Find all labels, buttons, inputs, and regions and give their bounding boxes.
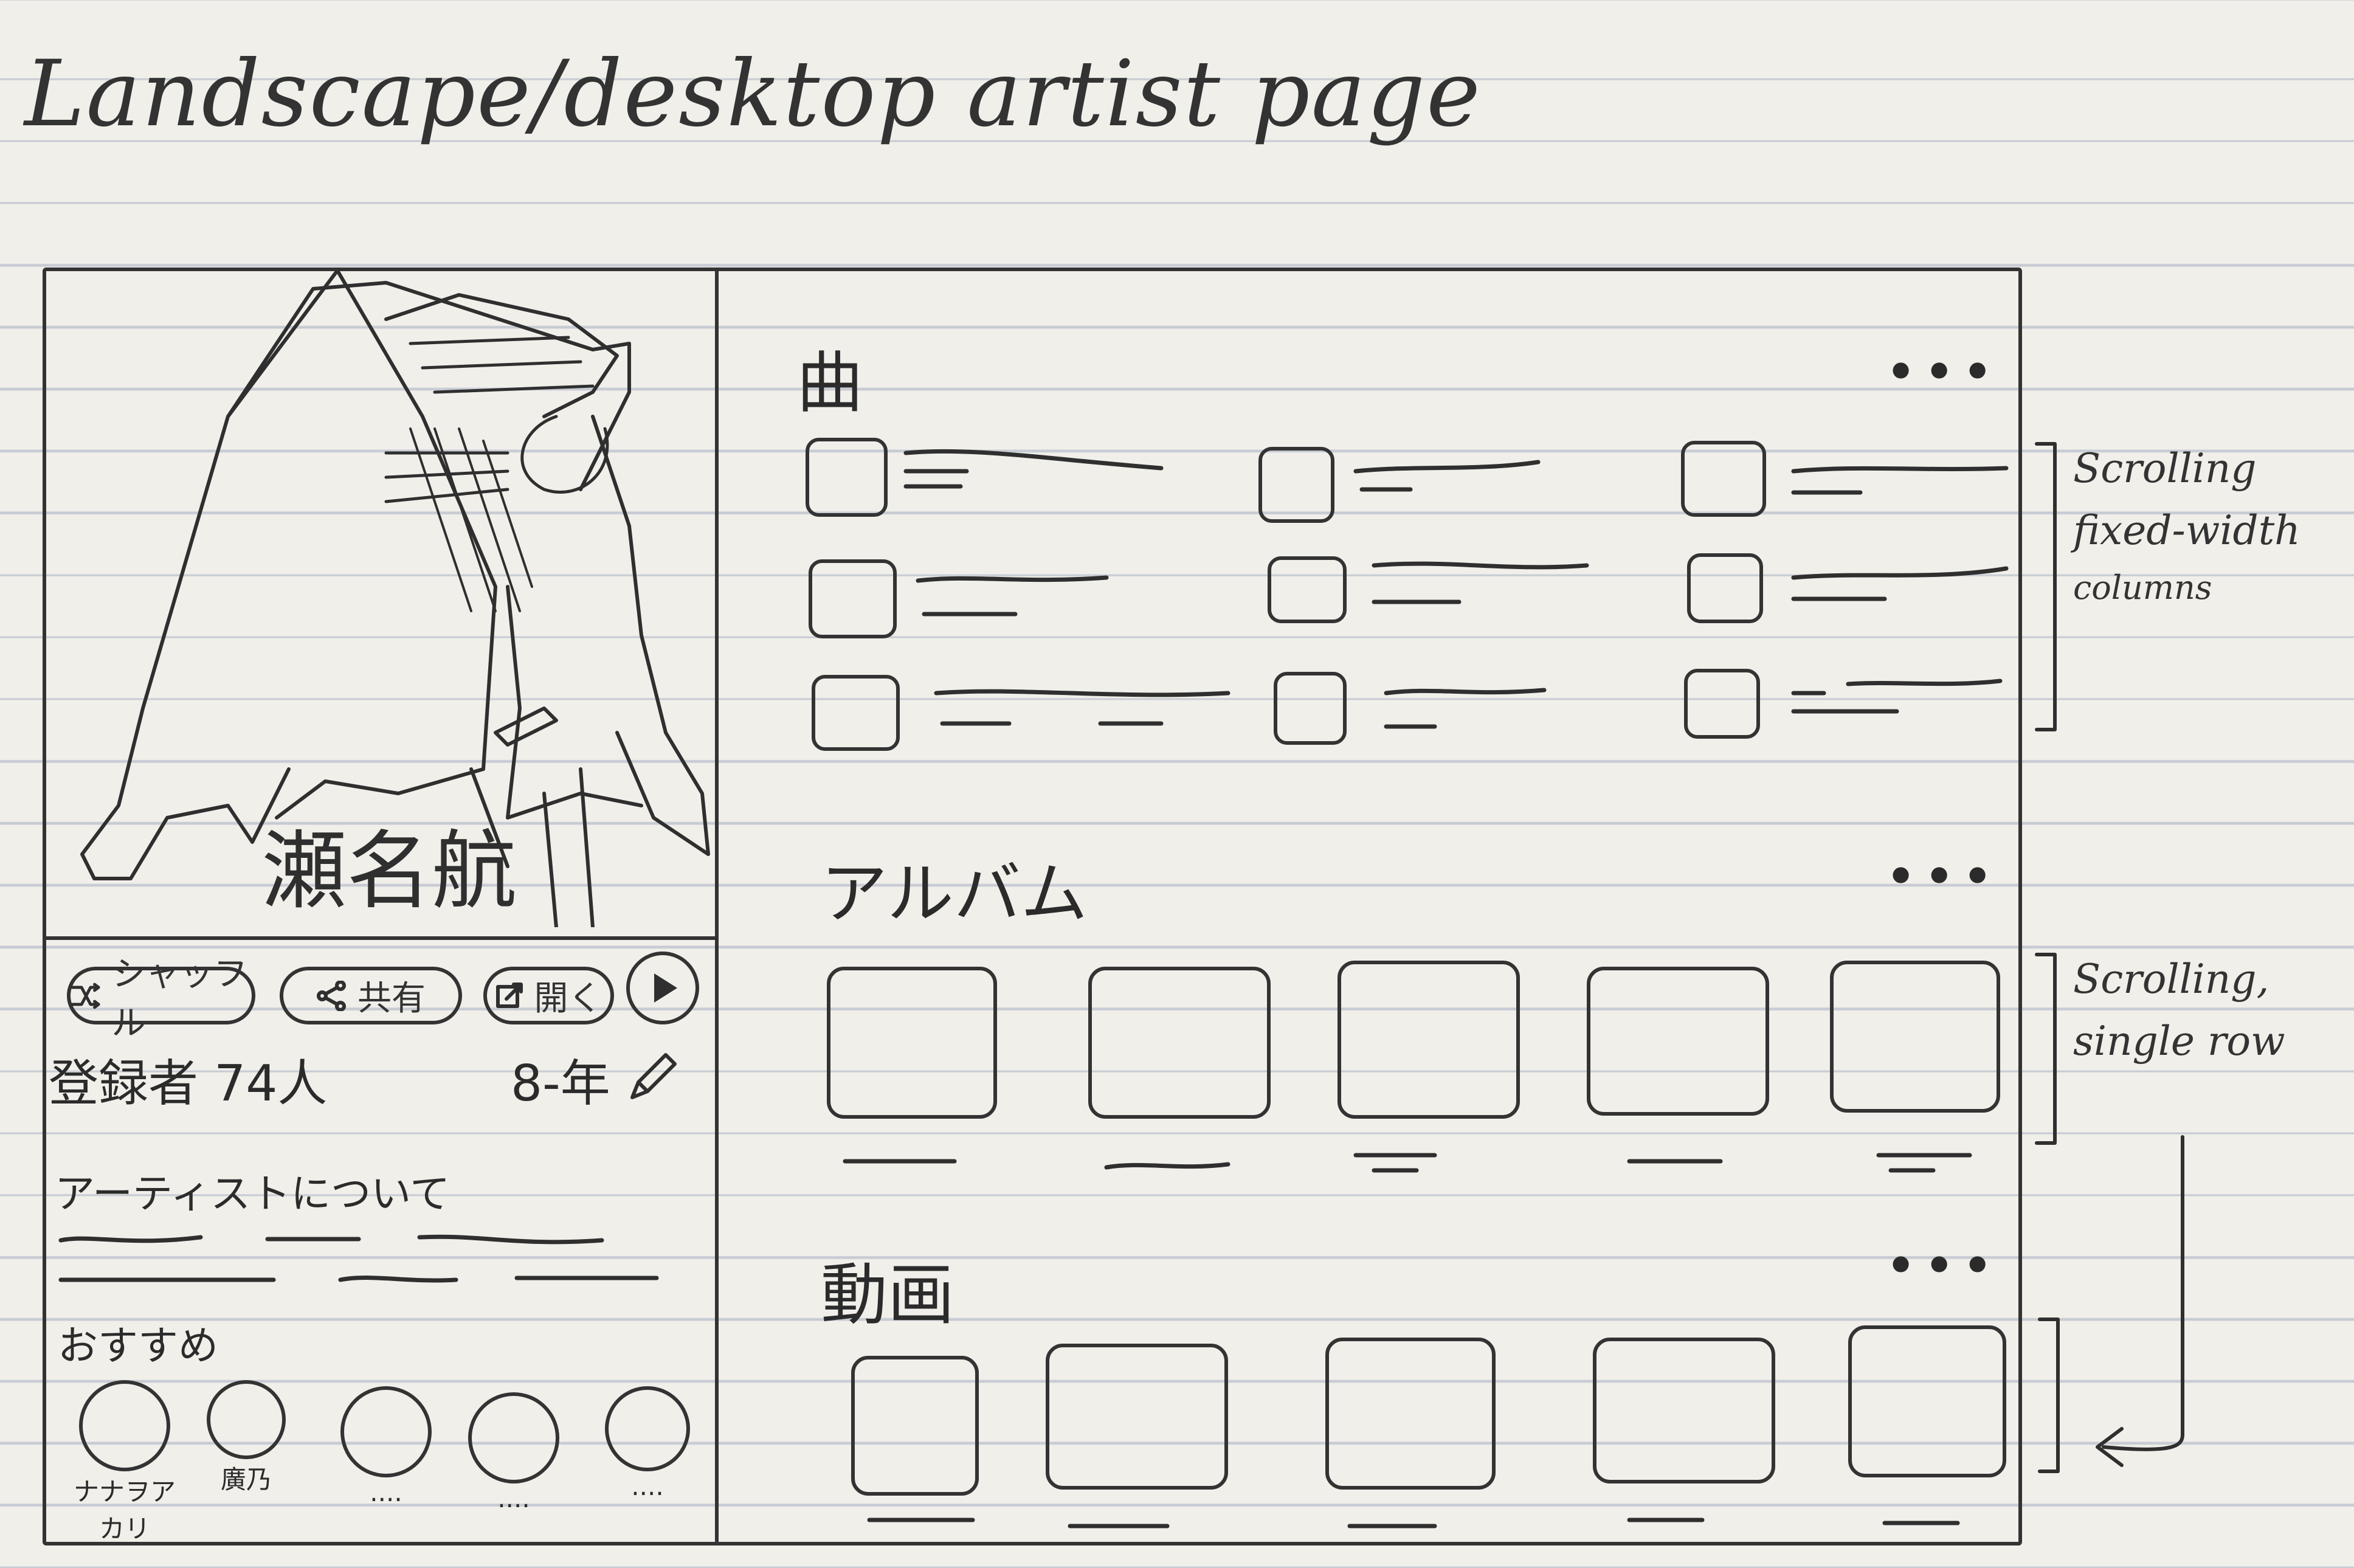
video-card[interactable] (1848, 1325, 2006, 1477)
share-icon (317, 980, 346, 1011)
videos-more-button[interactable]: ••• (1885, 1234, 2000, 1298)
albums-annotation-line: Scrolling, (2073, 956, 2269, 1003)
video-card[interactable] (1593, 1338, 1775, 1483)
recommended-name: ナナヲアカリ (73, 1477, 176, 1544)
play-icon (654, 973, 677, 1003)
albums-more-button[interactable]: ••• (1885, 845, 2000, 909)
recommended-avatar (468, 1392, 559, 1483)
album-card[interactable] (827, 967, 997, 1119)
songs-annotation-line: columns (2073, 568, 2212, 607)
shuffle-button[interactable]: シャッフル (67, 955, 255, 1043)
video-card[interactable] (1325, 1338, 1496, 1490)
song-item[interactable] (812, 675, 900, 751)
song-title-scribbles (903, 449, 2009, 729)
video-card[interactable] (1046, 1344, 1228, 1490)
songs-annotation: Scrolling fixed-width columns (2073, 438, 2300, 613)
recommended-avatar (605, 1386, 690, 1471)
header-divider (43, 936, 715, 940)
recommended-name: .... (497, 1483, 530, 1513)
song-thumbnail (806, 438, 888, 517)
song-item[interactable] (809, 559, 897, 638)
album-card[interactable] (1587, 967, 1769, 1116)
recommended-heading: おすすめ (58, 1322, 218, 1369)
recommended-name: 廣乃 (220, 1465, 272, 1494)
songs-bracket (2035, 442, 2057, 731)
artist-years: 8-年 (511, 1055, 610, 1113)
albums-heading: アルバム (821, 855, 1088, 933)
recommended-avatar (79, 1380, 170, 1471)
open-label: 開く (534, 979, 602, 1018)
recommended-item[interactable]: .... (340, 1386, 447, 1507)
share-label: 共有 (357, 979, 426, 1018)
open-icon (495, 982, 523, 1008)
album-title-scribbles (843, 1153, 1972, 1173)
songs-annotation-line: Scrolling (2073, 445, 2257, 492)
song-thumbnail (809, 559, 897, 638)
video-card[interactable] (851, 1356, 979, 1496)
artist-name: 瀬名航 (261, 822, 517, 921)
scroll-arrow (2038, 1135, 2184, 1473)
song-thumbnail (812, 675, 900, 751)
albums-annotation: Scrolling, single row (2073, 948, 2285, 1073)
open-button[interactable]: 開く (483, 967, 614, 1024)
songs-more-button[interactable]: ••• (1885, 340, 2000, 404)
page-title: Landscape/desktop artist page (24, 41, 1482, 147)
videos-heading: 動画 (821, 1256, 954, 1334)
video-title-scribbles (867, 1518, 1960, 1528)
pencil-icon[interactable] (626, 1049, 681, 1103)
recommended-name: .... (370, 1477, 402, 1507)
recommended-item[interactable]: ナナヲアカリ (74, 1380, 185, 1546)
song-item[interactable] (806, 438, 888, 517)
recommended-item[interactable]: .... (468, 1392, 575, 1513)
album-card[interactable] (1830, 961, 2000, 1113)
recommended-avatar (340, 1386, 432, 1477)
recommended-item[interactable]: .... (605, 1386, 708, 1501)
recommended-item[interactable]: 廣乃 (207, 1380, 307, 1496)
recommended-name: .... (631, 1471, 664, 1501)
album-card[interactable] (1338, 961, 1520, 1119)
albums-bracket (2035, 953, 2057, 1145)
recommended-avatar (207, 1380, 286, 1459)
play-button[interactable] (626, 952, 699, 1024)
songs-heading: 曲 (796, 344, 863, 422)
albums-annotation-line: single row (2073, 1018, 2285, 1065)
about-text-scribble (58, 1234, 659, 1283)
shuffle-icon (71, 983, 100, 1009)
songs-annotation-line: fixed-width (2073, 507, 2300, 554)
subscriber-count: 登録者 74人 (49, 1055, 328, 1113)
share-button[interactable]: 共有 (280, 967, 462, 1024)
about-heading: アーティストについて (55, 1170, 450, 1217)
album-card[interactable] (1088, 967, 1271, 1119)
shuffle-label: シャッフル (111, 954, 248, 1043)
